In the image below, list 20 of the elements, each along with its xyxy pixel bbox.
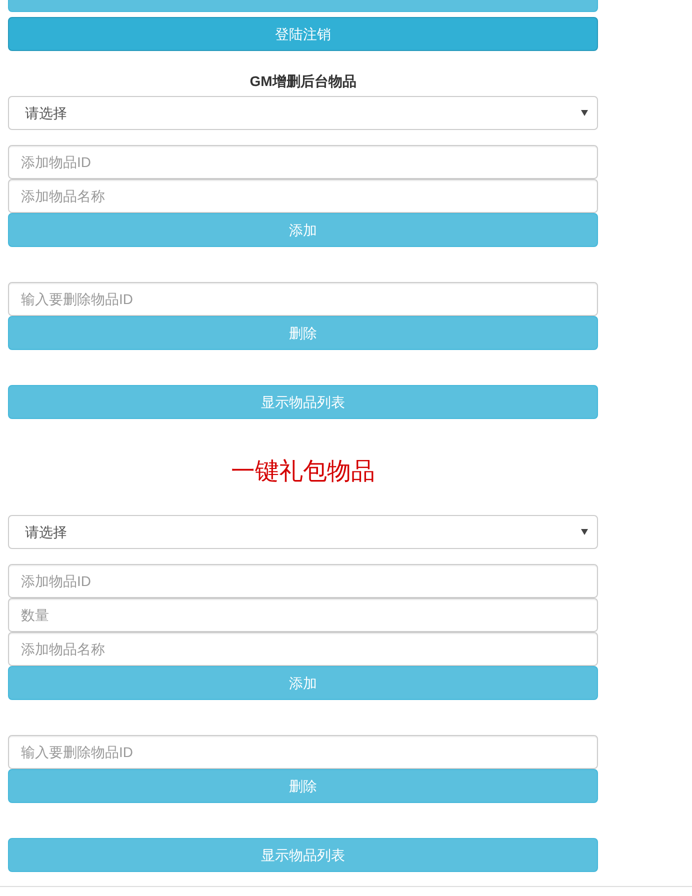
input-field[interactable]: 添加物品名称 xyxy=(8,179,598,213)
select-field[interactable]: 请选择 xyxy=(8,515,598,549)
add-button[interactable]: 添加 xyxy=(8,213,598,247)
input-field[interactable]: 添加物品ID xyxy=(8,145,598,179)
delete-button[interactable]: 删除 xyxy=(8,769,598,803)
select-field[interactable]: 请选择 xyxy=(8,96,598,130)
caret-icon xyxy=(581,110,588,116)
logout-button[interactable]: 登陆注销 xyxy=(8,17,598,51)
input-field[interactable]: 输入要删除物品ID xyxy=(8,735,598,769)
show-list-button[interactable]: 显示物品列表 xyxy=(8,838,598,872)
input-field[interactable]: 添加物品名称 xyxy=(8,632,598,666)
input-field[interactable]: 输入要删除物品ID xyxy=(8,282,598,316)
section-heading: 一键礼包物品 xyxy=(231,457,375,487)
input-field[interactable]: 添加物品ID xyxy=(8,564,598,598)
section-heading: GM增删后台物品 xyxy=(250,72,356,91)
add-button[interactable]: 添加 xyxy=(8,666,598,700)
show-list-button[interactable]: 显示物品列表 xyxy=(8,385,598,419)
caret-icon xyxy=(581,529,588,535)
delete-button[interactable]: 删除 xyxy=(8,316,598,350)
input-field[interactable]: 数量 xyxy=(8,598,598,632)
